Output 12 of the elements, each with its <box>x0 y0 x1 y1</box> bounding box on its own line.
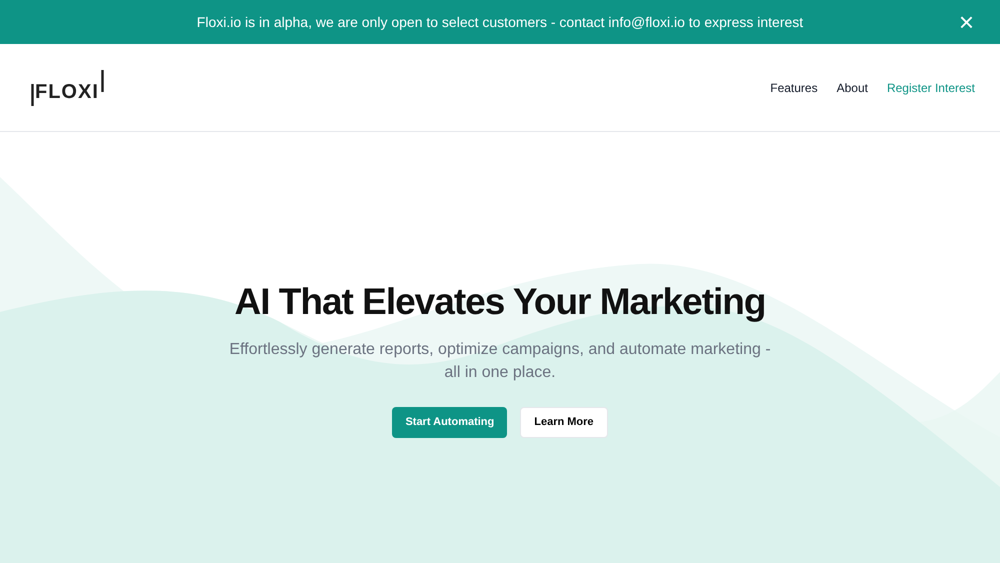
learn-more-button[interactable]: Learn More <box>520 407 608 438</box>
nav-link[interactable]: Register Interest <box>886 78 975 96</box>
bracket-icon <box>31 84 35 106</box>
logo-text: FLOXI <box>35 80 99 102</box>
hero-title: AI That Elevates Your Marketing <box>234 280 766 324</box>
hero-subtitle: Effortlessly generate reports, optimize campaigns, and automate marketing - all in one place. <box>228 340 772 383</box>
close-button[interactable]: × <box>958 9 974 35</box>
start-button[interactable]: Start Automating <box>392 407 508 438</box>
nav-link[interactable]: About <box>836 78 868 96</box>
announcement-text: Floxi.io is in alpha, we are only open to select customers - contact info@floxi.io to express interest <box>196 12 804 32</box>
nav-link[interactable]: Features <box>770 78 818 96</box>
bracket-icon <box>100 70 104 92</box>
